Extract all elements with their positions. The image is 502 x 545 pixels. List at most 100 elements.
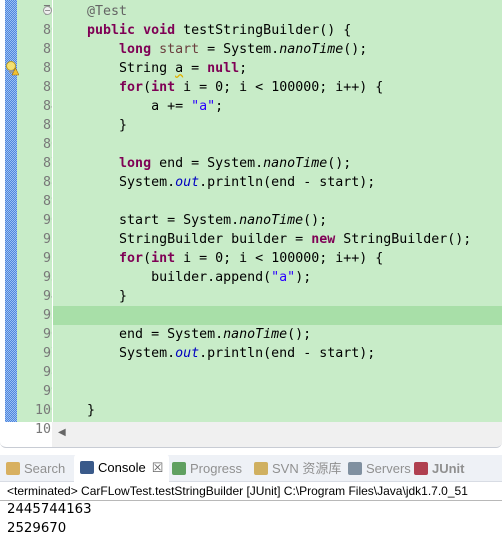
- code-token: ;: [215, 99, 224, 114]
- code-token: = System.: [199, 42, 280, 57]
- code-token: out: [175, 175, 200, 190]
- code-line[interactable]: [53, 135, 502, 154]
- tab-label: SVN 资源库: [272, 461, 342, 476]
- code-line[interactable]: [53, 306, 502, 325]
- tab-label: JUnit: [432, 461, 465, 476]
- code-line[interactable]: public void testStringBuilder() {: [53, 21, 502, 40]
- code-area[interactable]: @Test public void testStringBuilder() { …: [52, 0, 502, 422]
- code-token: String: [55, 61, 176, 76]
- code-token: }: [55, 289, 128, 304]
- code-token: );: [295, 270, 312, 285]
- code-token: i = 0; i < 100000; i++) {: [175, 80, 384, 95]
- code-token: for: [119, 80, 144, 95]
- code-token: for: [119, 251, 144, 266]
- code-line[interactable]: }: [53, 287, 502, 306]
- svn-repository-icon: [254, 462, 268, 475]
- code-line[interactable]: }: [53, 401, 502, 420]
- code-token: ();: [287, 327, 312, 342]
- quickfix-warning-icon[interactable]: [5, 60, 19, 76]
- code-token: long: [119, 42, 152, 57]
- code-token: (: [143, 80, 152, 95]
- code-token: null: [207, 61, 240, 76]
- code-token: nanoTime: [223, 327, 288, 342]
- code-line[interactable]: [53, 382, 502, 401]
- fold-collapse-icon[interactable]: −: [43, 6, 52, 15]
- code-token: StringBuilder();: [335, 232, 472, 247]
- search-icon: [6, 462, 20, 475]
- code-token: }: [55, 403, 96, 418]
- code-line[interactable]: System.out.println(end - start);: [53, 344, 502, 363]
- code-line[interactable]: }: [53, 116, 502, 135]
- code-line[interactable]: System.out.println(end - start);: [53, 173, 502, 192]
- code-token: @Test: [87, 4, 128, 19]
- code-line[interactable]: StringBuilder builder = new StringBuilde…: [53, 230, 502, 249]
- code-token: =: [183, 61, 208, 76]
- code-token: void: [143, 23, 176, 38]
- code-token: testStringBuilder() {: [175, 23, 352, 38]
- tab-label: Console: [98, 460, 146, 475]
- code-token: i = 0; i < 100000; i++) {: [175, 251, 384, 266]
- code-token: ;: [239, 61, 248, 76]
- code-line[interactable]: for(int i = 0; i < 100000; i++) {: [53, 249, 502, 268]
- code-token: end = System.: [151, 156, 264, 171]
- console-status: <terminated> CarFLowTest.testStringBuild…: [7, 484, 468, 498]
- code-line[interactable]: end = System.nanoTime();: [53, 325, 502, 344]
- console-output-line: 2529670: [7, 521, 67, 536]
- tab-progress[interactable]: Progress: [172, 455, 242, 482]
- code-token: out: [175, 346, 200, 361]
- code-token: }: [55, 118, 128, 133]
- scroll-left-arrow-icon[interactable]: ◀: [58, 427, 66, 438]
- code-line[interactable]: for(int i = 0; i < 100000; i++) {: [53, 78, 502, 97]
- code-token: System.: [55, 346, 176, 361]
- code-token: "a": [191, 99, 216, 114]
- code-token: start = System.: [55, 213, 240, 228]
- code-token: System.: [55, 175, 176, 190]
- tab-svn[interactable]: SVN 资源库: [254, 455, 341, 482]
- console-output-line: 2445744163: [7, 502, 92, 517]
- tab-label: Search: [24, 461, 66, 476]
- code-token: int: [151, 251, 176, 266]
- code-token: end = System.: [55, 327, 224, 342]
- horizontal-scrollbar[interactable]: ◀: [52, 422, 502, 447]
- junit-icon: [414, 462, 428, 475]
- code-token: long: [119, 156, 152, 171]
- code-token: nanoTime: [239, 213, 304, 228]
- code-token: ();: [343, 42, 368, 57]
- close-tab-icon[interactable]: ☒: [152, 460, 164, 475]
- code-editor[interactable]: 7980818283848586878889909192939495969798…: [0, 0, 502, 448]
- code-token: public: [87, 23, 136, 38]
- code-token: new: [311, 232, 336, 247]
- code-token: StringBuilder builder =: [55, 232, 312, 247]
- progress-icon: [172, 462, 186, 475]
- tab-label: Servers: [366, 461, 411, 476]
- code-token: a +=: [55, 99, 192, 114]
- code-line[interactable]: [53, 363, 502, 382]
- code-line[interactable]: String a = null;: [53, 59, 502, 78]
- code-line[interactable]: a += "a";: [53, 97, 502, 116]
- code-token: int: [151, 80, 176, 95]
- code-token: (: [143, 251, 152, 266]
- tab-junit[interactable]: JUnit: [414, 455, 465, 482]
- code-line[interactable]: long start = System.nanoTime();: [53, 40, 502, 59]
- tab-servers[interactable]: Servers: [348, 455, 411, 482]
- code-token: start: [159, 42, 200, 57]
- tab-console[interactable]: Console ☒: [74, 454, 170, 482]
- code-token: nanoTime: [279, 42, 344, 57]
- code-line[interactable]: [53, 192, 502, 211]
- code-token: ();: [303, 213, 328, 228]
- code-token: a: [175, 61, 184, 76]
- code-token: ();: [327, 156, 352, 171]
- console-icon: [80, 461, 94, 474]
- code-token: builder.append(: [55, 270, 272, 285]
- code-line[interactable]: long end = System.nanoTime();: [53, 154, 502, 173]
- code-token: .println(end - start);: [199, 346, 376, 361]
- code-line[interactable]: builder.append("a");: [53, 268, 502, 287]
- code-line[interactable]: start = System.nanoTime();: [53, 211, 502, 230]
- code-line[interactable]: @Test: [53, 2, 502, 21]
- tab-search[interactable]: Search: [6, 455, 65, 482]
